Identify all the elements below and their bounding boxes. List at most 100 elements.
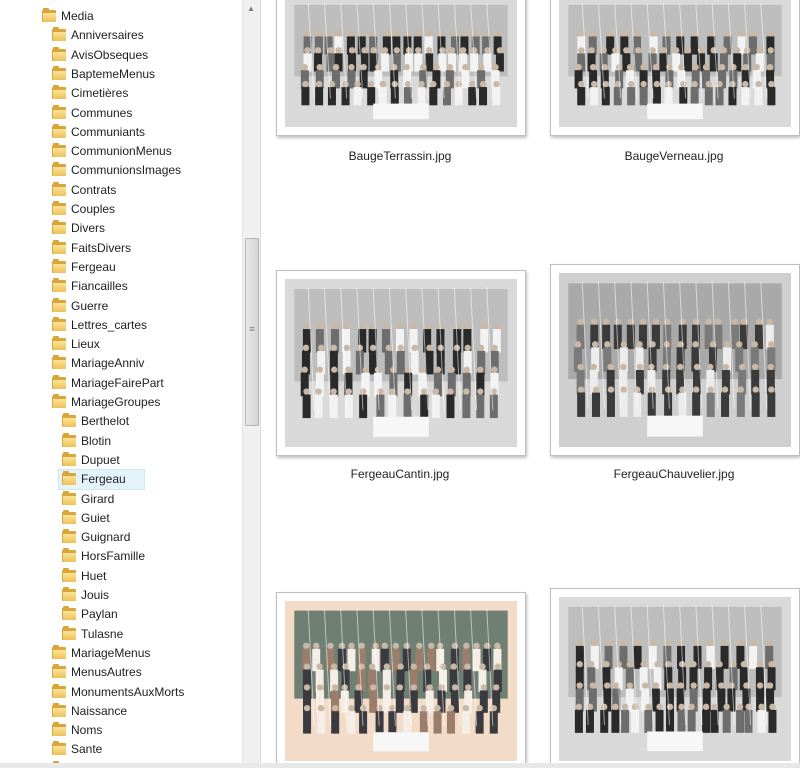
folder-tree[interactable]: Media Anniversaires AvisObseques BaptemeMen… <box>0 0 242 768</box>
tree-item-communionmenus[interactable]: CommunionMenus <box>49 142 183 161</box>
tree-item-horsfamille[interactable]: HorsFamille <box>59 547 172 566</box>
photo-thumbnail-image <box>559 273 791 447</box>
tree-item-lettres-cartes[interactable]: Lettres_cartes <box>49 316 183 335</box>
tree-item-label: Contrats <box>71 183 117 197</box>
tree-item-dupuet[interactable]: Dupuet <box>59 451 137 470</box>
tree-item-label: Cimetières <box>71 86 129 100</box>
tree-item-fiancailles[interactable]: Fiancailles <box>49 277 162 296</box>
tree-item-label: MariageFairePart <box>71 376 164 390</box>
tree-item-avisobseques[interactable]: AvisObseques <box>49 46 169 65</box>
tree-item-divers[interactable]: Divers <box>49 219 127 238</box>
folder-icon <box>52 220 66 234</box>
folder-icon <box>52 259 66 273</box>
tree-item-label: Guiet <box>81 511 110 525</box>
folder-icon <box>52 722 66 736</box>
tree-item-mariagemenus[interactable]: MariageMenus <box>49 644 169 663</box>
tree-item-paylan[interactable]: Paylan <box>59 605 137 624</box>
folder-icon <box>62 510 76 524</box>
tree-item-label: MariageMenus <box>71 646 151 660</box>
file-thumbnail[interactable] <box>550 264 800 456</box>
scrollbar-grip-icon: ≡ <box>249 324 255 334</box>
tree-item-label: Lettres_cartes <box>71 318 148 332</box>
tree-item-label: BaptemeMenus <box>71 67 156 81</box>
file-name-label[interactable]: FergeauChauvelier.jpg <box>549 467 799 481</box>
tree-item-fergeau[interactable]: Fergeau <box>49 258 134 277</box>
tree-item-label: Divers <box>71 221 106 235</box>
tree-item-label: AvisObseques <box>71 48 149 62</box>
tree-item-communiants[interactable]: Communiants <box>49 123 162 142</box>
scroll-up-arrow-icon[interactable]: ▲ <box>247 4 255 13</box>
folder-icon <box>52 741 66 755</box>
tree-item-naissance[interactable]: Naissance <box>49 702 148 721</box>
tree-item-anniversaires[interactable]: Anniversaires <box>49 26 176 45</box>
tree-item-jouis[interactable]: Jouis <box>59 586 130 605</box>
tree-item-contrats[interactable]: Contrats <box>49 181 141 200</box>
folder-icon <box>62 587 76 601</box>
folder-icon <box>52 298 66 312</box>
tree-item-label: MenusAutres <box>71 665 142 679</box>
file-name-label[interactable]: BaugeTerrassin.jpg <box>275 149 525 163</box>
tree-item-media[interactable]: Media <box>39 7 110 26</box>
folder-icon <box>52 201 66 215</box>
file-thumbnail[interactable] <box>550 0 800 136</box>
file-thumbnail[interactable] <box>276 0 526 136</box>
tree-item-noms[interactable]: Noms <box>49 721 113 740</box>
folder-icon <box>62 491 76 505</box>
tree-item-monumentsauxmorts[interactable]: MonumentsAuxMorts <box>49 683 204 702</box>
folder-icon <box>52 105 66 119</box>
tree-item-girard[interactable]: Girard <box>59 490 137 509</box>
tree-item-label: Couples <box>71 202 116 216</box>
tree-item-label: Lieux <box>71 337 100 351</box>
tree-item-guerre[interactable]: Guerre <box>49 297 127 316</box>
tree-item-label: Blotin <box>81 434 112 448</box>
tree-item-communionsimages[interactable]: CommunionsImages <box>49 161 197 180</box>
tree-item-fergeau[interactable]: Fergeau <box>58 469 145 490</box>
tree-item-faitsdivers[interactable]: FaitsDivers <box>49 239 162 258</box>
tree-item-huet[interactable]: Huet <box>59 567 123 586</box>
tree-item-lieux[interactable]: Lieux <box>49 335 120 354</box>
tree-item-cimeti-res[interactable]: Cimetières <box>49 84 155 103</box>
tree-item-communes[interactable]: Communes <box>49 104 141 123</box>
folder-icon <box>52 27 66 41</box>
scrollbar-thumb[interactable]: ≡ <box>245 238 259 426</box>
tree-item-menusautres[interactable]: MenusAutres <box>49 663 162 682</box>
horizontal-scrollbar[interactable] <box>0 763 800 768</box>
folder-icon <box>42 8 56 22</box>
tree-item-label: Communes <box>71 106 133 120</box>
tree-item-mariagegroupes[interactable]: MariageGroupes <box>49 393 183 412</box>
folder-icon <box>52 664 66 678</box>
file-thumbnail[interactable] <box>550 588 800 768</box>
tree-item-guiet[interactable]: Guiet <box>59 509 130 528</box>
file-thumbnail-pane[interactable]: BaugeTerrassin.jpg BaugeVerneau.jpg Fergea… <box>261 0 800 768</box>
folder-icon <box>62 626 76 640</box>
tree-item-berthelot[interactable]: Berthelot <box>59 412 158 431</box>
tree-item-guignard[interactable]: Guignard <box>59 528 151 547</box>
file-thumbnail[interactable] <box>276 592 526 768</box>
tree-item-mariageanniv[interactable]: MariageAnniv <box>49 354 169 373</box>
file-name-label[interactable]: BaugeVerneau.jpg <box>549 149 799 163</box>
tree-item-tulasne[interactable]: Tulasne <box>59 625 144 644</box>
tree-item-label: Berthelot <box>81 414 130 428</box>
tree-item-label: Communiants <box>71 125 146 139</box>
tree-item-label: Noms <box>71 723 103 737</box>
tree-item-sante[interactable]: Sante <box>49 740 120 759</box>
tree-item-label: Fergeau <box>81 472 126 486</box>
tree-item-mariagefairepart[interactable]: MariageFairePart <box>49 374 197 393</box>
folder-icon <box>52 355 66 369</box>
tree-item-couples[interactable]: Couples <box>49 200 134 219</box>
tree-item-baptememenus[interactable]: BaptemeMenus <box>49 65 169 84</box>
folder-icon <box>52 336 66 350</box>
tree-item-label: Guignard <box>81 530 131 544</box>
tree-item-blotin[interactable]: Blotin <box>59 432 137 451</box>
folder-icon <box>52 143 66 157</box>
tree-item-label: Tulasne <box>81 627 124 641</box>
file-name-label[interactable]: FergeauCantin.jpg <box>275 467 525 481</box>
folder-icon <box>52 124 66 138</box>
tree-item-label: MariageGroupes <box>71 395 161 409</box>
tree-vertical-scrollbar[interactable]: ▲ ≡ <box>242 0 260 768</box>
folder-icon <box>52 85 66 99</box>
file-thumbnail[interactable] <box>276 270 526 456</box>
tree-item-label: MariageAnniv <box>71 356 145 370</box>
folder-icon <box>62 529 76 543</box>
folder-icon <box>52 394 66 408</box>
